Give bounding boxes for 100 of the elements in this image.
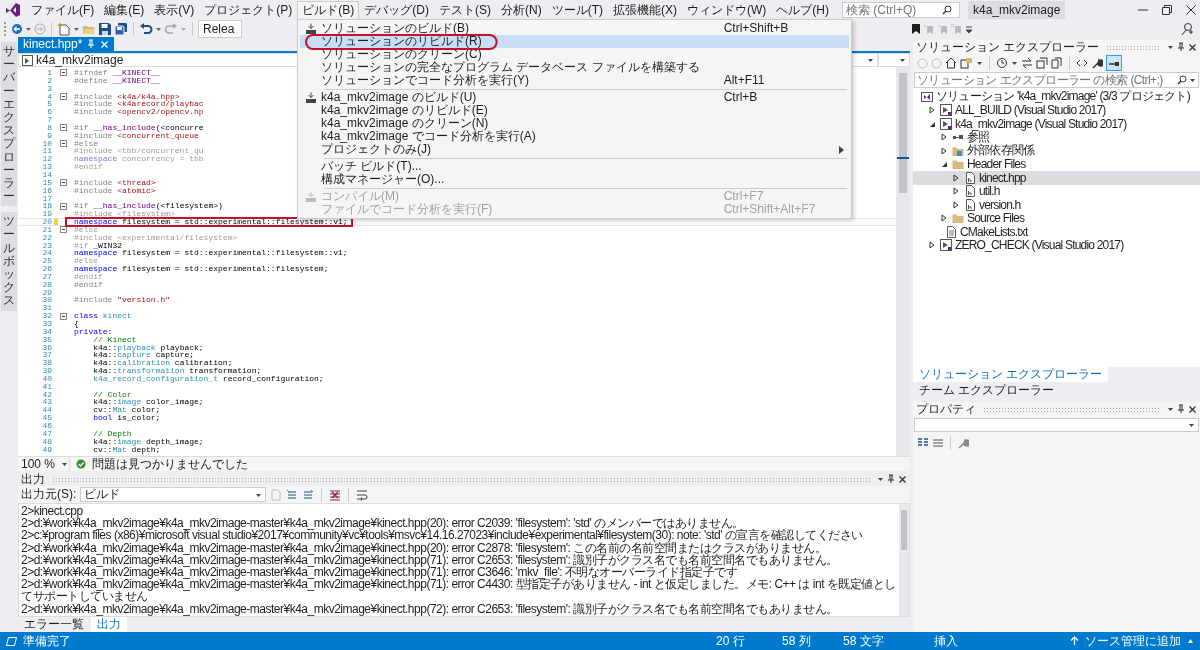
menu-item[interactable]: 拡張機能(X) xyxy=(608,1,682,20)
menu-item[interactable]: k4a_mkv2image でコード分析を実行(A) xyxy=(300,130,849,143)
switch-views-icon[interactable] xyxy=(960,57,973,69)
fold-icon[interactable] xyxy=(60,226,67,234)
property-pages-icon[interactable] xyxy=(957,437,969,449)
pin-icon[interactable] xyxy=(1177,404,1185,414)
panel-tab[interactable]: 出力 xyxy=(91,617,127,632)
tree-item[interactable]: k4a_mkv2image (Visual Studio 2017) xyxy=(913,117,1200,131)
panel-tab[interactable]: ソリューション エクスプローラー xyxy=(913,367,1109,382)
expander-icon[interactable] xyxy=(940,214,948,223)
menu-item[interactable]: デバッグ(D) xyxy=(359,1,434,20)
tree-item[interactable]: ZERO_CHECK (Visual Studio 2017) xyxy=(913,238,1200,252)
menu-item[interactable]: ソリューションでコード分析を実行(Y) Alt+F11 xyxy=(300,74,849,87)
fold-icon[interactable] xyxy=(60,312,67,320)
properties-icon[interactable] xyxy=(1091,57,1103,69)
word-wrap-icon[interactable] xyxy=(356,488,369,501)
scrollbar[interactable] xyxy=(899,504,909,616)
menu-item[interactable]: 分析(N) xyxy=(496,1,547,20)
clear-all-icon[interactable] xyxy=(329,488,342,501)
save-all-icon[interactable] xyxy=(114,22,128,36)
fold-icon[interactable] xyxy=(60,92,67,100)
expander-icon[interactable] xyxy=(928,106,936,115)
panel-tab[interactable]: エラー一覧 xyxy=(18,617,90,632)
close-icon[interactable] xyxy=(1186,5,1196,15)
menu-item[interactable]: 編集(E) xyxy=(99,1,150,20)
fold-icon[interactable] xyxy=(60,179,67,187)
fold-icon[interactable] xyxy=(60,69,67,77)
zoom-dropdown[interactable]: 100 % xyxy=(18,457,70,471)
save-icon[interactable] xyxy=(98,22,112,36)
expander-icon[interactable] xyxy=(952,200,960,209)
source-control-link[interactable]: ソース管理に追加 xyxy=(1085,632,1181,650)
menu-item[interactable]: ファイル(F) xyxy=(26,1,100,20)
undo-icon[interactable] xyxy=(139,22,153,36)
expander-icon[interactable] xyxy=(940,133,948,142)
panel-tab[interactable]: チーム エクスプローラー xyxy=(913,383,1061,398)
home-icon[interactable] xyxy=(945,57,957,69)
pin-icon[interactable] xyxy=(1177,42,1185,52)
search-field[interactable]: 検索 (Ctrl+Q) xyxy=(842,2,960,18)
up-arrow-icon[interactable] xyxy=(1070,636,1079,646)
menu-item[interactable]: ソリューションのリビルド(R) xyxy=(300,35,849,48)
tree-item[interactable]: util.h xyxy=(913,184,1200,198)
output-source-dropdown[interactable]: ビルド xyxy=(80,487,267,502)
menu-item[interactable]: ソリューションの完全なプログラム データベース ファイルを構築する xyxy=(300,61,849,74)
vs-logo-icon[interactable] xyxy=(4,2,22,18)
fold-icon[interactable] xyxy=(60,202,67,210)
menu-item[interactable]: ヘルプ(H) xyxy=(771,1,834,20)
view-code-icon[interactable] xyxy=(1076,57,1088,69)
tree-item[interactable]: 参照 xyxy=(913,130,1200,144)
overflow-icon[interactable] xyxy=(965,24,973,34)
tree-item[interactable]: Source Files xyxy=(913,211,1200,225)
fold-icon[interactable] xyxy=(60,140,67,147)
menu-item[interactable]: プロジェクト(P) xyxy=(199,1,298,20)
menu-item[interactable]: 構成マネージャー(O)... xyxy=(300,173,849,186)
tree-item[interactable]: kinect.hpp xyxy=(913,171,1200,185)
menu-item[interactable]: ツール(T) xyxy=(546,1,608,20)
scrollbar[interactable] xyxy=(896,67,910,456)
menu-item[interactable]: 表示(V) xyxy=(149,1,200,20)
caret-icon[interactable] xyxy=(1187,638,1194,644)
close-icon[interactable] xyxy=(1188,404,1197,414)
search-icon[interactable] xyxy=(942,5,952,15)
feedback-icon[interactable] xyxy=(1180,22,1194,36)
output-window-icon[interactable] xyxy=(6,635,17,647)
back-icon[interactable] xyxy=(11,23,23,35)
menu-item[interactable]: バッチ ビルド(T)... xyxy=(300,160,849,173)
tree-item[interactable]: ALL_BUILD (Visual Studio 2017) xyxy=(913,103,1200,117)
menu-item[interactable]: ウィンドウ(W) xyxy=(682,1,772,20)
search-field[interactable]: ソリューション エクスプローラー の検索 (Ctrl+;) xyxy=(914,72,1199,88)
categorized-icon[interactable] xyxy=(917,437,929,449)
expander-icon[interactable] xyxy=(952,187,960,196)
tree-item[interactable]: version.h xyxy=(913,198,1200,212)
close-icon[interactable] xyxy=(898,474,907,484)
side-tab[interactable]: ツールボックス xyxy=(1,212,17,311)
sync-icon[interactable] xyxy=(1021,57,1033,69)
menu-item[interactable]: k4a_mkv2image のクリーン(N) xyxy=(300,117,849,130)
restore-icon[interactable] xyxy=(1162,5,1172,15)
close-icon[interactable] xyxy=(1188,42,1197,52)
preview-icon[interactable] xyxy=(1106,55,1122,71)
menu-item[interactable]: プロジェクトのみ(J) xyxy=(300,143,849,156)
search-icon[interactable] xyxy=(1177,75,1187,85)
configuration-dropdown[interactable]: Relea xyxy=(198,20,242,38)
menu-item[interactable]: ソリューションのビルド(B) Ctrl+Shift+B xyxy=(300,22,849,35)
tree-item[interactable]: ソリューション 'k4a_mkv2image' (3/3 プロジェクト) xyxy=(913,90,1200,104)
bookmark-icon[interactable] xyxy=(911,23,921,35)
menu-item[interactable]: k4a_mkv2image のリビルド(E) xyxy=(300,104,849,117)
side-tab[interactable]: サーバーエクスプローラー xyxy=(1,42,17,207)
menu-item[interactable]: テスト(S) xyxy=(434,1,496,20)
expander-icon[interactable] xyxy=(940,146,948,155)
tree-item[interactable]: 外部依存関係 xyxy=(913,144,1200,158)
show-all-files-icon[interactable] xyxy=(1051,57,1063,69)
tree-item[interactable]: Header Files xyxy=(913,157,1200,171)
expander-icon[interactable] xyxy=(940,160,948,169)
fold-icon[interactable] xyxy=(60,124,67,132)
menu-item[interactable]: k4a_mkv2image のビルド(U) Ctrl+B xyxy=(300,91,849,104)
expander-icon[interactable] xyxy=(928,241,936,250)
history-icon[interactable] xyxy=(996,57,1008,69)
new-item-icon[interactable] xyxy=(57,22,71,36)
tree-item[interactable]: CMakeLists.txt xyxy=(913,225,1200,239)
collapse-all-icon[interactable] xyxy=(1036,57,1048,69)
expander-icon[interactable] xyxy=(952,173,960,182)
pin-icon[interactable] xyxy=(887,474,895,484)
